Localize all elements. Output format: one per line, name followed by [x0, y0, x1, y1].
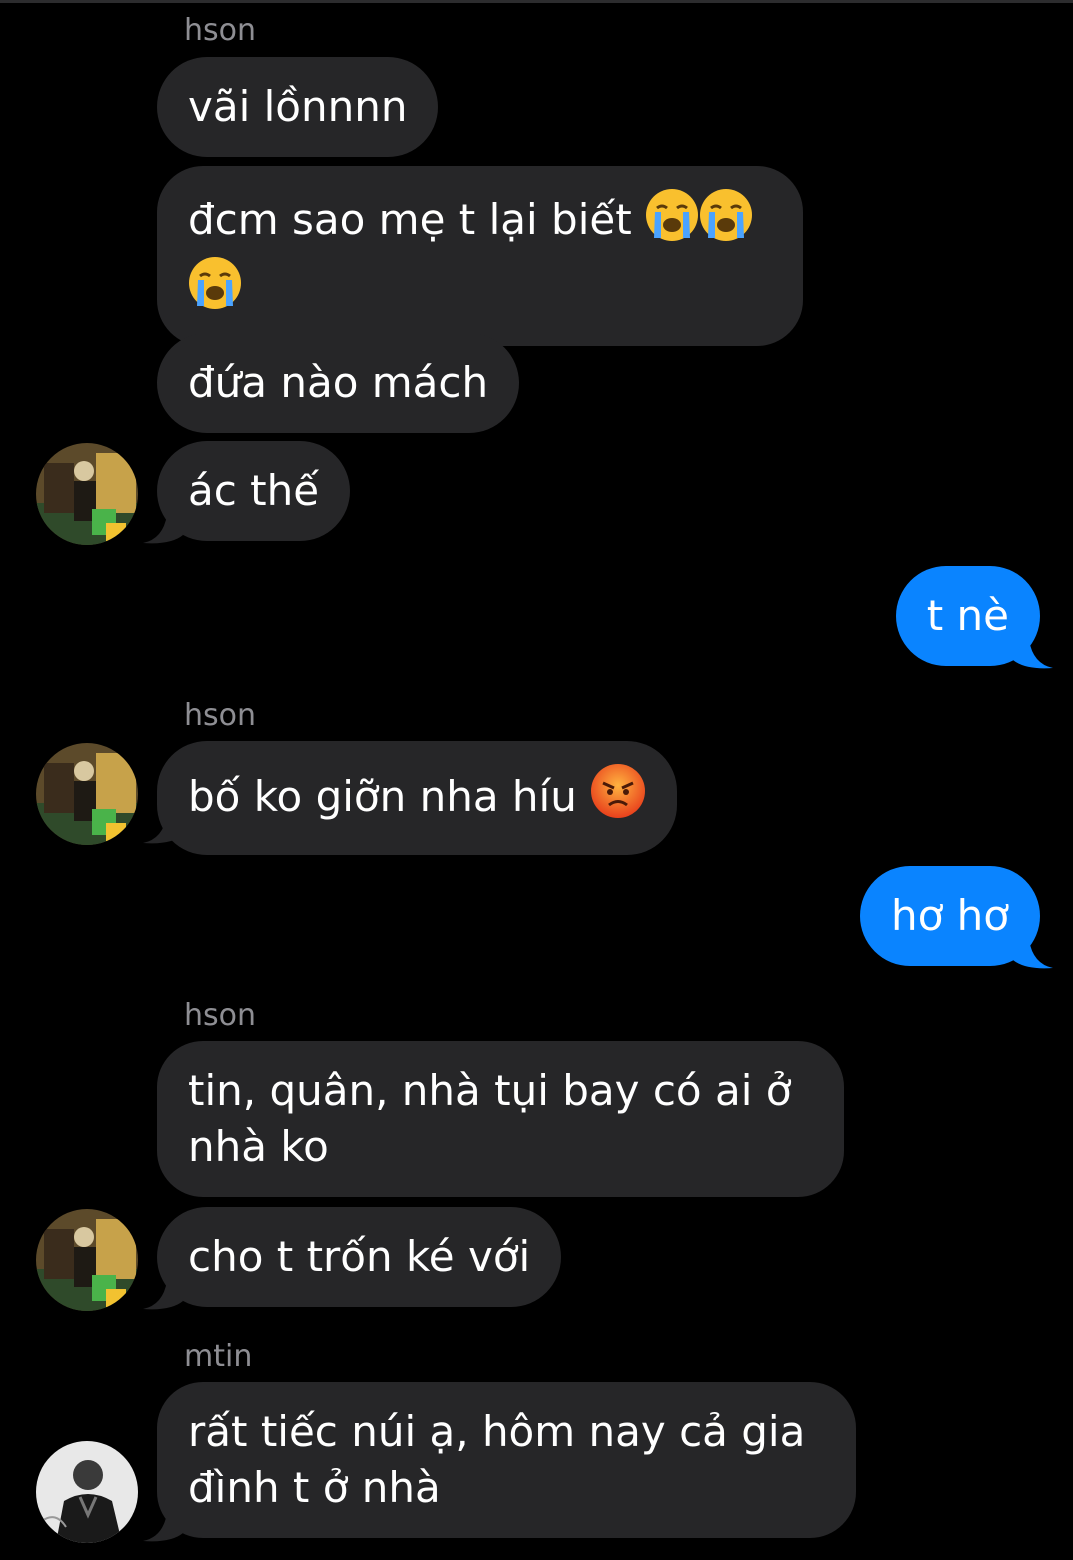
avatar[interactable]	[36, 443, 138, 545]
message-bubble-incoming[interactable]: ác thế	[157, 441, 351, 541]
message-bubble-incoming[interactable]: cho t trốn ké với	[157, 1207, 562, 1307]
message-bubble-incoming[interactable]: bố ko giỡn nha híu	[157, 741, 678, 855]
message-text: đứa nào mách	[188, 358, 489, 407]
message-text: bố ko giỡn nha híu	[188, 772, 577, 821]
message-text: ác thế	[188, 466, 320, 515]
sender-name: hson	[184, 13, 257, 48]
avatar[interactable]	[36, 743, 138, 845]
sender-name: mtin	[184, 1339, 253, 1374]
message-bubble-incoming[interactable]: rất tiếc núi ạ, hôm nay cả gia đình t ở …	[157, 1382, 856, 1538]
bubble-tail	[143, 505, 183, 544]
bubble-tail	[1013, 930, 1053, 969]
avatar[interactable]	[36, 1209, 138, 1311]
bubble-tail	[143, 1503, 183, 1542]
message-text-line: nhà ko	[188, 1122, 329, 1171]
bubble-tail	[143, 805, 183, 844]
message-text: vãi lồnnnn	[188, 82, 408, 131]
message-bubble-incoming[interactable]: tin, quân, nhà tụi bay có ai ở nhà ko	[157, 1041, 844, 1197]
bubble-tail	[143, 1271, 183, 1310]
message-text-line: tin, quân, nhà tụi bay có ai ở	[188, 1066, 792, 1115]
message-text: hơ hơ	[891, 891, 1009, 940]
message-text: cho t trốn ké với	[188, 1232, 531, 1281]
pouting-face-icon	[590, 763, 646, 833]
loudly-crying-face-icon	[188, 256, 242, 324]
bubble-tail	[1013, 630, 1053, 669]
sender-name: hson	[184, 998, 257, 1033]
message-text: đcm sao mẹ t lại biết	[188, 195, 632, 244]
message-text: t nè	[926, 591, 1009, 640]
sender-name: hson	[184, 698, 257, 733]
message-text-line: đình t ở nhà	[188, 1463, 441, 1512]
loudly-crying-face-icon	[699, 188, 753, 256]
avatar[interactable]	[36, 1441, 138, 1543]
message-bubble-incoming[interactable]: đcm sao mẹ t lại biết	[157, 166, 803, 346]
loudly-crying-face-icon	[645, 188, 699, 256]
message-bubble-incoming[interactable]: đứa nào mách	[157, 333, 520, 433]
top-divider	[0, 0, 1073, 3]
message-bubble-incoming[interactable]: vãi lồnnnn	[157, 57, 439, 157]
message-text-line: rất tiếc núi ạ, hôm nay cả gia	[188, 1407, 806, 1456]
